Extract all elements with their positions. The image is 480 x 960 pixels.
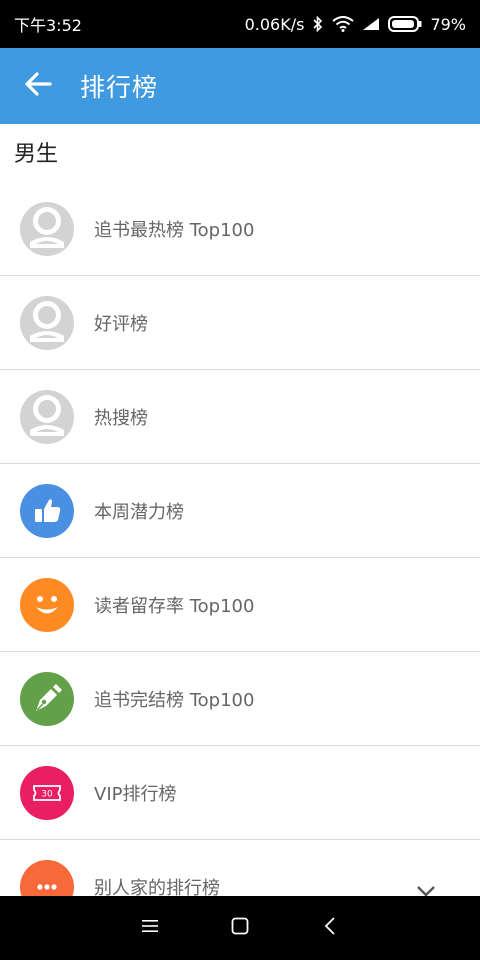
- vip-ticket-icon: 30: [20, 765, 74, 820]
- back-chevron-icon: [324, 917, 336, 939]
- ranking-item-others[interactable]: 别人家的排行榜: [0, 840, 480, 896]
- ranking-item-completed[interactable]: 追书完结榜 Top100: [0, 652, 480, 746]
- menu-button[interactable]: [135, 913, 165, 943]
- section-title: 男生: [14, 142, 59, 167]
- bluetooth-icon: [312, 15, 324, 33]
- system-nav-bar: [0, 896, 480, 960]
- status-right: 0.06K/s 79%: [245, 15, 466, 34]
- ranking-item-best-rated[interactable]: 好评榜: [0, 276, 480, 370]
- vip-badge-text: 30: [41, 789, 53, 799]
- ranking-item-retention[interactable]: 读者留存率 Top100: [0, 558, 480, 652]
- ranking-item-vip[interactable]: 30 VIP排行榜: [0, 746, 480, 840]
- ranking-list: 男生 追书最热榜 Top100 好评榜 热搜榜 本周潜力榜 读者留存率 Top1…: [0, 124, 480, 896]
- ranking-item-label: 好评榜: [94, 313, 148, 335]
- wifi-icon: [332, 16, 355, 32]
- ranking-item-label: 读者留存率 Top100: [94, 595, 255, 617]
- more-dots-icon: [20, 859, 74, 896]
- ranking-item-hottest[interactable]: 追书最热榜 Top100: [0, 182, 480, 276]
- back-arrow-icon: [24, 71, 52, 101]
- default-avatar-icon: [20, 201, 74, 256]
- ranking-item-label: VIP排行榜: [94, 783, 177, 805]
- nav-back-button[interactable]: [315, 913, 345, 943]
- ranking-item-weekly-potential[interactable]: 本周潜力榜: [0, 464, 480, 558]
- status-time: 下午3:52: [14, 16, 82, 35]
- battery-percent: 79%: [430, 14, 466, 34]
- smiley-face-icon: [20, 577, 74, 632]
- default-avatar-icon: [20, 389, 74, 444]
- chevron-down-icon[interactable]: [416, 882, 436, 896]
- ranking-item-label: 别人家的排行榜: [94, 877, 220, 897]
- ranking-item-label: 热搜榜: [94, 407, 148, 429]
- battery-icon: [388, 16, 422, 32]
- home-square-icon: [231, 917, 249, 939]
- default-avatar-icon: [20, 295, 74, 350]
- ranking-item-label: 追书完结榜 Top100: [94, 689, 255, 711]
- app-bar: 排行榜: [0, 48, 480, 124]
- ranking-item-hot-search[interactable]: 热搜榜: [0, 370, 480, 464]
- pen-nib-icon: [20, 671, 74, 726]
- menu-icon: [141, 918, 159, 938]
- thumbs-up-icon: [20, 483, 74, 538]
- ranking-item-label: 追书最热榜 Top100: [94, 219, 255, 241]
- page-title: 排行榜: [80, 73, 159, 102]
- home-button[interactable]: [225, 913, 255, 943]
- status-bar: 下午3:52 0.06K/s 79%: [0, 0, 480, 48]
- ranking-item-label: 本周潜力榜: [94, 501, 184, 523]
- signal-icon: [362, 17, 380, 31]
- network-speed: 0.06K/s: [244, 14, 305, 34]
- back-button[interactable]: [0, 48, 76, 124]
